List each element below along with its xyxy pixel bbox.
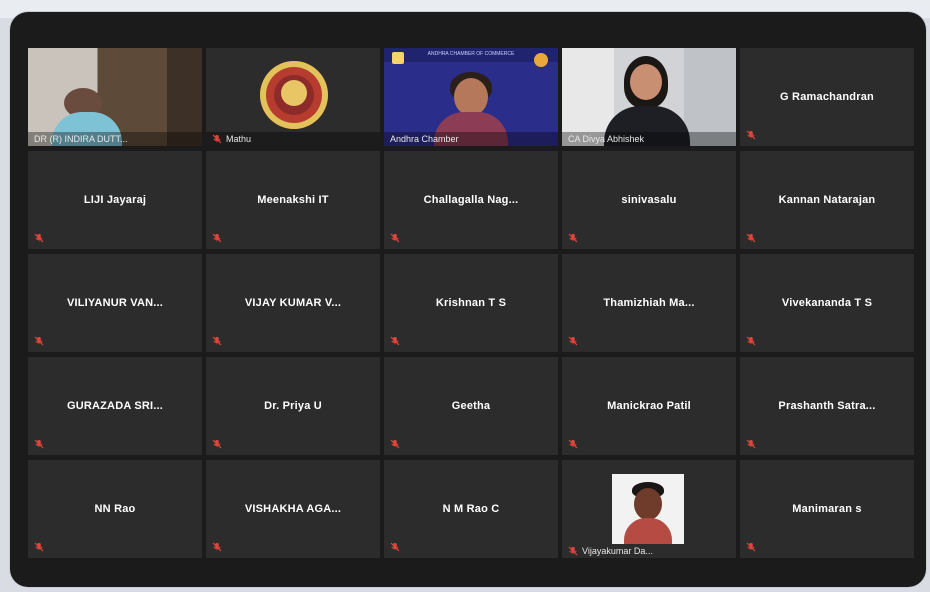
participant-label: DR (R) INDIRA DUTT... (28, 132, 202, 146)
participant-tile[interactable]: Mathu (206, 48, 380, 146)
participant-name: Dr. Priya U (264, 400, 322, 412)
microphone-muted-icon (212, 542, 222, 552)
person-head (454, 78, 488, 116)
participant-name: Meenakshi IT (257, 194, 329, 206)
participant-tile[interactable]: LIJI Jayaraj (28, 151, 202, 249)
participant-tile[interactable]: Manimaran s (740, 460, 914, 558)
participant-label: Vijayakumar Da... (562, 544, 736, 558)
participant-tile[interactable]: Geetha (384, 357, 558, 455)
microphone-muted-icon (568, 233, 578, 243)
microphone-muted-icon (390, 542, 400, 552)
participant-tile[interactable]: CA Divya Abhishek (562, 48, 736, 146)
microphone-muted-icon (34, 439, 44, 449)
microphone-muted-icon (746, 439, 756, 449)
participant-name: Manimaran s (792, 503, 862, 515)
participant-tile[interactable]: Krishnan T S (384, 254, 558, 352)
participant-tile[interactable]: Kannan Natarajan (740, 151, 914, 249)
microphone-muted-icon (34, 336, 44, 346)
microphone-muted-icon (746, 130, 756, 140)
participant-tile[interactable]: N M Rao C (384, 460, 558, 558)
participant-name: Krishnan T S (435, 297, 507, 309)
participant-tile[interactable]: GURAZADA SRI... (28, 357, 202, 455)
participant-grid: DR (R) INDIRA DUTT... Mathu ANDHRA CHAMBER… (28, 48, 914, 558)
participant-name: GURAZADA SRI... (66, 400, 164, 412)
logo-left (392, 52, 404, 64)
participant-tile[interactable]: Dr. Priya U (206, 357, 380, 455)
microphone-muted-icon (34, 542, 44, 552)
participant-photo (612, 474, 684, 544)
participant-name: Challagalla Nag... (423, 194, 519, 206)
microphone-muted-icon (390, 233, 400, 243)
participant-name: Prashanth Satra... (778, 400, 876, 412)
microphone-muted-icon (746, 542, 756, 552)
participant-name: Vijayakumar Da... (582, 546, 653, 556)
participant-name: DR (R) INDIRA DUTT... (34, 134, 128, 144)
participant-tile[interactable]: Prashanth Satra... (740, 357, 914, 455)
participant-name: sinivasalu (621, 194, 677, 206)
microphone-muted-icon (746, 336, 756, 346)
participant-name: Geetha (451, 400, 491, 412)
participant-tile[interactable]: DR (R) INDIRA DUTT... (28, 48, 202, 146)
person-body (624, 518, 672, 544)
participant-tile[interactable]: VISHAKHA AGA... (206, 460, 380, 558)
participant-name: CA Divya Abhishek (568, 134, 645, 144)
person-face (630, 64, 662, 100)
participant-name: Mathu (226, 134, 252, 144)
participant-name: Kannan Natarajan (778, 194, 876, 206)
participant-name: G Ramachandran (780, 91, 874, 103)
microphone-muted-icon (390, 439, 400, 449)
participant-label: CA Divya Abhishek (562, 132, 736, 146)
participant-tile[interactable]: Manickrao Patil (562, 357, 736, 455)
microphone-muted-icon (212, 439, 222, 449)
participant-tile[interactable]: Vivekananda T S (740, 254, 914, 352)
microphone-muted-icon (568, 336, 578, 346)
participant-tile[interactable]: VILIYANUR VAN... (28, 254, 202, 352)
meeting-window: DR (R) INDIRA DUTT... Mathu ANDHRA CHAMBER… (10, 12, 926, 587)
video-banner-text: ANDHRA CHAMBER OF COMMERCE (427, 51, 515, 57)
logo-right (534, 53, 548, 67)
participant-name: NN Rao (94, 503, 136, 515)
participant-name: VISHAKHA AGA... (244, 503, 342, 515)
participant-tile[interactable]: NN Rao (28, 460, 202, 558)
participant-name: Vivekananda T S (781, 297, 873, 309)
microphone-muted-icon (34, 233, 44, 243)
microphone-muted-icon (568, 439, 578, 449)
participant-name: VILIYANUR VAN... (66, 297, 164, 309)
participant-name: N M Rao C (442, 503, 500, 515)
person-face (634, 488, 662, 520)
participant-name: VIJAY KUMAR V... (244, 297, 342, 309)
participant-tile[interactable]: Thamizhiah Ma... (562, 254, 736, 352)
participant-label: Andhra Chamber (384, 132, 558, 146)
participant-tile[interactable]: G Ramachandran (740, 48, 914, 146)
microphone-muted-icon (212, 134, 222, 144)
microphone-muted-icon (212, 336, 222, 346)
participant-name: LIJI Jayaraj (83, 194, 147, 206)
participant-tile[interactable]: Meenakshi IT (206, 151, 380, 249)
participant-tile[interactable]: Challagalla Nag... (384, 151, 558, 249)
participant-name: Thamizhiah Ma... (603, 297, 695, 309)
participant-label: Mathu (206, 132, 380, 146)
participant-tile[interactable]: sinivasalu (562, 151, 736, 249)
participant-name: Andhra Chamber (390, 134, 459, 144)
participant-tile[interactable]: ANDHRA CHAMBER OF COMMERCE Andhra Chamber (384, 48, 558, 146)
participant-tile[interactable]: Vijayakumar Da... (562, 460, 736, 558)
participant-name: Manickrao Patil (607, 400, 691, 412)
microphone-muted-icon (390, 336, 400, 346)
organization-seal-center (281, 80, 307, 106)
microphone-muted-icon (746, 233, 756, 243)
microphone-muted-icon (212, 233, 222, 243)
participant-tile[interactable]: VIJAY KUMAR V... (206, 254, 380, 352)
microphone-muted-icon (568, 546, 578, 556)
